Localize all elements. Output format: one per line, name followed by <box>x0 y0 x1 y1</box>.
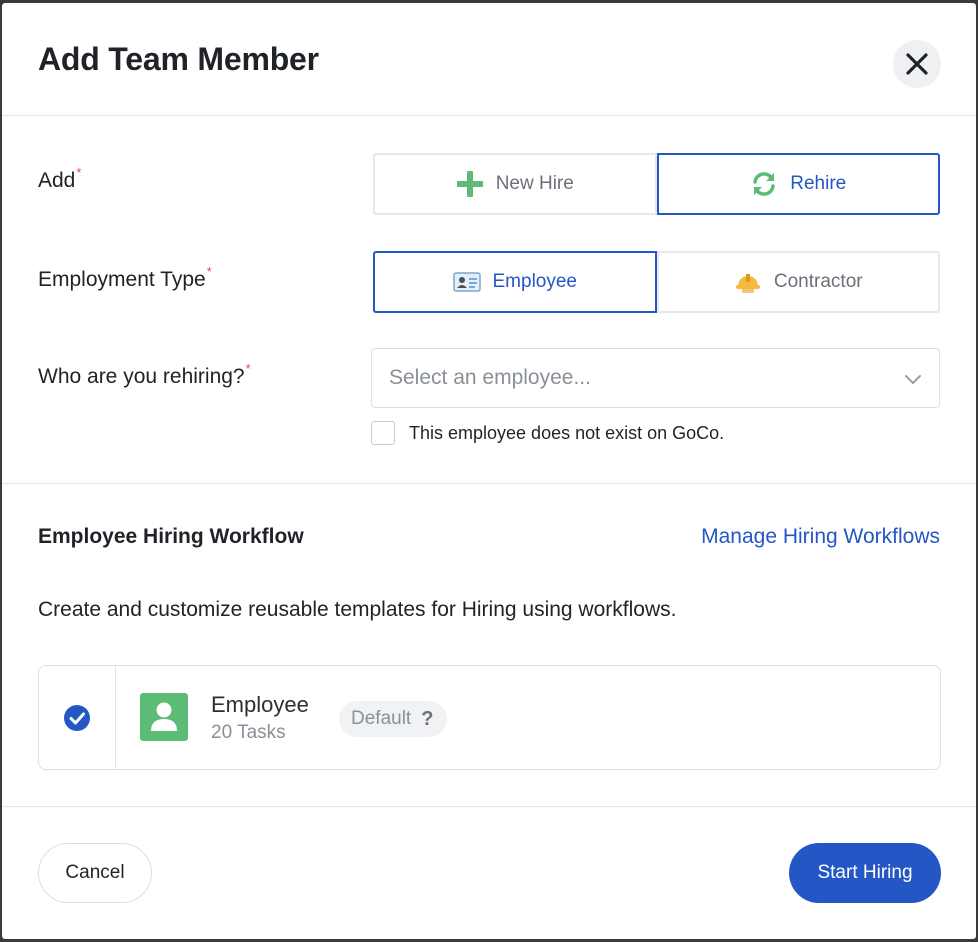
check-circle-icon <box>64 704 90 731</box>
id-card-icon <box>452 272 481 292</box>
rehire-label: Rehire <box>790 173 847 194</box>
workflow-name: Employee <box>211 692 309 717</box>
close-icon <box>906 53 928 75</box>
employment-type-toggle: Employee Contractor <box>373 251 940 313</box>
plus-icon <box>456 171 483 197</box>
new-hire-label: New Hire <box>495 173 574 194</box>
employee-button[interactable]: Employee <box>373 251 657 313</box>
employment-type-label-text: Employment Type <box>38 268 206 291</box>
not-exist-checkbox[interactable] <box>371 421 395 445</box>
default-badge-label: Default <box>351 708 412 729</box>
rehiring-label-text: Who are you rehiring? <box>38 365 245 388</box>
refresh-icon <box>753 172 775 196</box>
new-hire-button[interactable]: New Hire <box>373 153 657 215</box>
workflow-select-cell[interactable] <box>39 666 116 769</box>
workflow-task-count: 20 Tasks <box>211 722 286 743</box>
add-label-text: Add <box>38 169 76 192</box>
close-button[interactable] <box>893 40 941 88</box>
contractor-button[interactable]: Contractor <box>656 251 940 313</box>
required-mark: * <box>245 361 251 376</box>
hard-hat-icon <box>735 274 760 293</box>
required-mark: * <box>76 165 82 180</box>
user-icon <box>151 702 177 731</box>
workflow-card[interactable]: Employee 20 Tasks Default ? <box>38 665 941 770</box>
employee-label: Employee <box>492 271 578 292</box>
add-type-toggle: New Hire Rehire <box>373 153 940 215</box>
help-icon[interactable]: ? <box>421 708 433 731</box>
workflow-section-title: Employee Hiring Workflow <box>38 525 304 548</box>
modal-header: Add Team Member <box>2 3 976 116</box>
required-mark: * <box>206 264 212 279</box>
employment-type-label: Employment Type* <box>38 264 212 292</box>
workflow-description: Create and customize reusable templates … <box>38 598 677 621</box>
chevron-down-icon <box>905 375 921 384</box>
employee-select[interactable]: Select an employee... <box>371 348 940 408</box>
manage-hiring-workflows-link[interactable]: Manage Hiring Workflows <box>701 525 940 549</box>
employee-select-placeholder: Select an employee... <box>389 366 591 389</box>
add-team-member-modal: Add Team Member Add* New Hire Rehire Emp… <box>2 3 976 939</box>
section-divider <box>2 483 976 484</box>
add-label: Add* <box>38 165 81 193</box>
rehiring-label: Who are you rehiring?* <box>38 361 251 389</box>
cancel-button[interactable]: Cancel <box>38 843 152 903</box>
modal-title: Add Team Member <box>38 41 319 77</box>
start-hiring-button[interactable]: Start Hiring <box>789 843 941 903</box>
not-exist-checkbox-row: This employee does not exist on GoCo. <box>371 421 724 445</box>
footer-divider <box>2 806 976 807</box>
default-badge: Default ? <box>339 701 448 737</box>
contractor-label: Contractor <box>773 271 863 292</box>
not-exist-checkbox-label[interactable]: This employee does not exist on GoCo. <box>409 423 724 444</box>
workflow-avatar <box>140 693 188 741</box>
rehire-button[interactable]: Rehire <box>656 153 940 215</box>
